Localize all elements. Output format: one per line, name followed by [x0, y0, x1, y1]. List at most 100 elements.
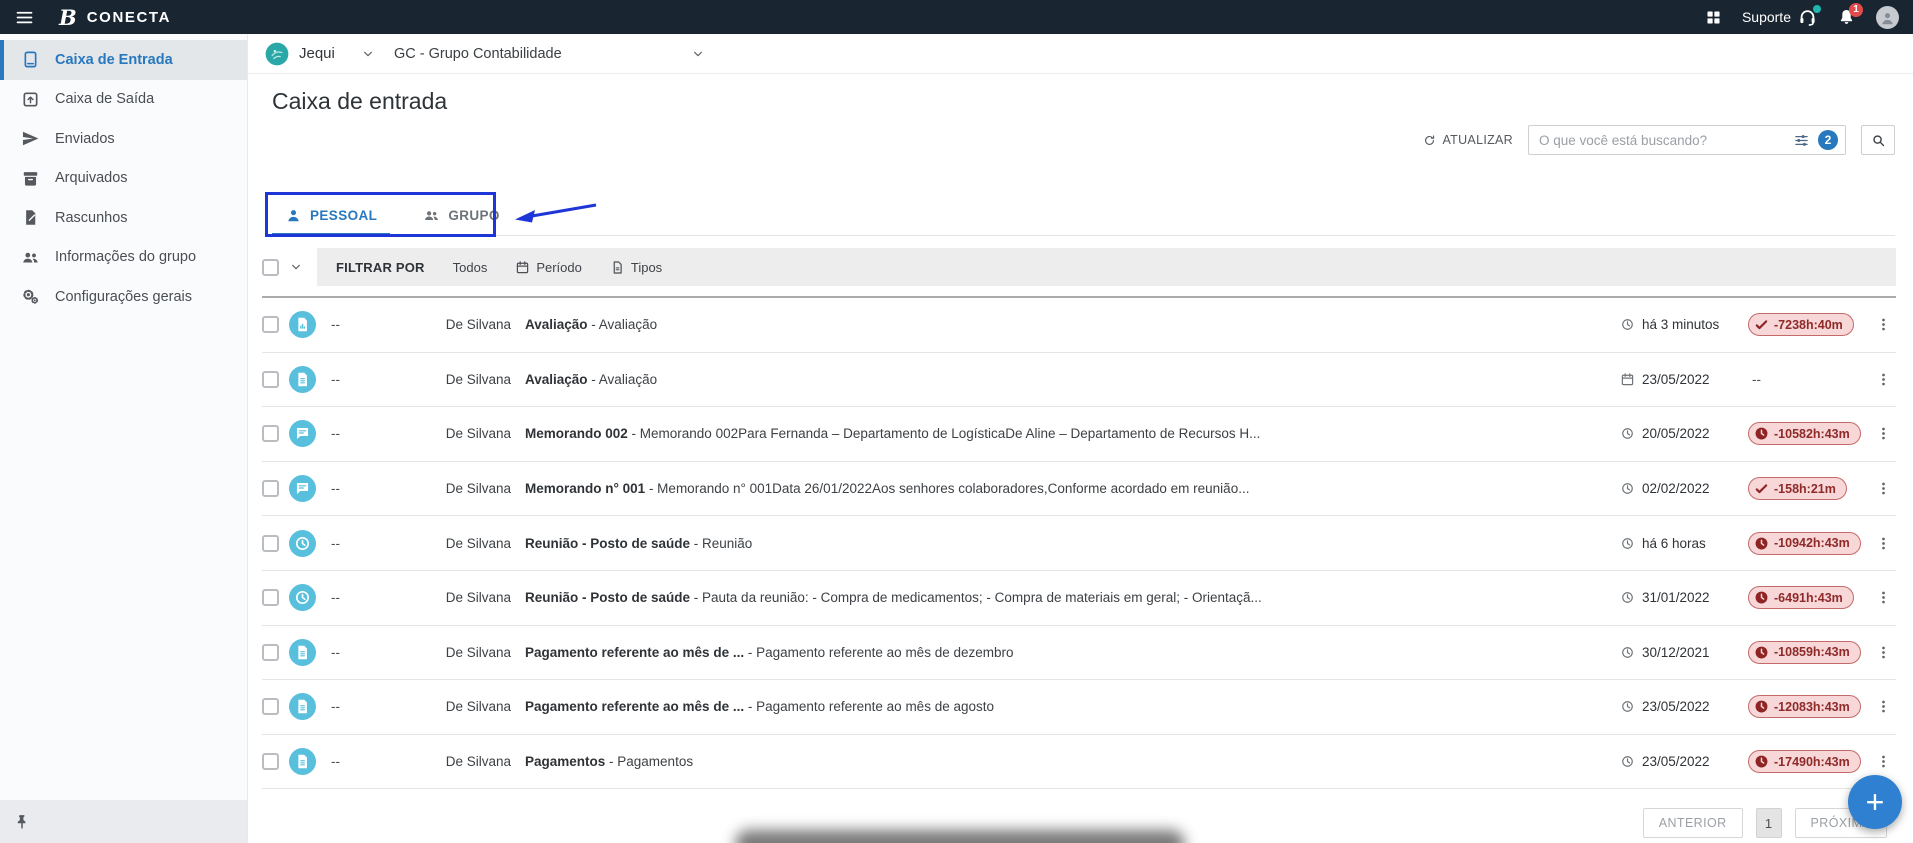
search-input[interactable]: [1539, 133, 1785, 148]
refresh-button[interactable]: ATUALIZAR: [1423, 133, 1513, 147]
row-checkbox[interactable]: [262, 425, 279, 442]
select-all-checkbox[interactable]: [262, 259, 279, 276]
row-subject[interactable]: Memorando 002 - Memorando 002Para Fernan…: [525, 426, 1620, 441]
sidebar-item-enviados[interactable]: Enviados: [0, 119, 247, 159]
row-menu-button[interactable]: [1870, 316, 1896, 333]
filter-by-label: FILTRAR POR: [336, 260, 425, 275]
user-avatar[interactable]: [1876, 6, 1899, 29]
deadline-text: -10859h:43m: [1774, 645, 1850, 659]
row-menu-button[interactable]: [1870, 644, 1896, 661]
people-icon: [21, 248, 40, 267]
filter-todos[interactable]: Todos: [453, 260, 488, 275]
row-menu-button[interactable]: [1870, 480, 1896, 497]
people-icon: [423, 207, 440, 224]
sidebar-item-arquivados[interactable]: Arquivados: [0, 159, 247, 199]
sidebar-item-configuracoes-gerais[interactable]: Configurações gerais: [0, 277, 247, 317]
previous-page-button[interactable]: ANTERIOR: [1643, 808, 1743, 838]
message-list: --De SilvanaAvaliação - Avaliaçãohá 3 mi…: [262, 296, 1896, 789]
tab-pessoal[interactable]: PESSOAL: [272, 195, 390, 235]
row-date: há 6 horas: [1620, 536, 1748, 551]
tab-grupo[interactable]: GRUPO: [410, 195, 513, 235]
row-sender: De Silvana: [371, 590, 511, 605]
filter-sliders-icon[interactable]: [1793, 132, 1810, 149]
row-checkbox[interactable]: [262, 698, 279, 715]
compose-fab[interactable]: +: [1848, 775, 1902, 829]
row-subject[interactable]: Avaliação - Avaliação: [525, 317, 1620, 332]
row-menu-button[interactable]: [1870, 698, 1896, 715]
row-title: Pagamento referente ao mês de ...: [525, 645, 744, 660]
message-row[interactable]: --De SilvanaPagamento referente ao mês d…: [262, 680, 1896, 735]
row-menu-button[interactable]: [1870, 535, 1896, 552]
row-menu-button[interactable]: [1870, 753, 1896, 770]
sidebar-item-informacoes-do-grupo[interactable]: Informações do grupo: [0, 238, 247, 278]
group-selector[interactable]: GC - Grupo Contabilidade: [394, 46, 706, 62]
row-preview: - Pauta da reunião: - Compra de medicame…: [690, 590, 1262, 605]
row-subject[interactable]: Pagamento referente ao mês de ... - Paga…: [525, 699, 1620, 714]
message-row[interactable]: --De SilvanaPagamentos - Pagamentos23/05…: [262, 735, 1896, 790]
message-row[interactable]: --De SilvanaAvaliação - Avaliaçãohá 3 mi…: [262, 298, 1896, 353]
row-menu-button[interactable]: [1870, 425, 1896, 442]
row-title: Reunião - Posto de saúde: [525, 536, 690, 551]
row-checkbox[interactable]: [262, 535, 279, 552]
row-checkbox[interactable]: [262, 371, 279, 388]
clock-history-icon: [1620, 590, 1635, 605]
sidebar-item-caixa-de-saida[interactable]: Caixa de Saída: [0, 80, 247, 120]
person-icon: [285, 207, 302, 224]
support-button[interactable]: Suporte: [1742, 8, 1817, 27]
row-sender: De Silvana: [371, 372, 511, 387]
gears-icon: [21, 287, 40, 306]
row-sender: De Silvana: [371, 536, 511, 551]
search-box: 2: [1528, 125, 1846, 155]
search-button[interactable]: [1861, 125, 1895, 155]
row-deadline: -10942h:43m: [1748, 532, 1870, 555]
row-subject[interactable]: Pagamentos - Pagamentos: [525, 754, 1620, 769]
chevron-down-icon: [360, 46, 376, 62]
filter-tipos[interactable]: Tipos: [610, 260, 662, 275]
message-row[interactable]: --De SilvanaPagamento referente ao mês d…: [262, 626, 1896, 681]
jequi-avatar: [264, 41, 290, 67]
row-menu-button[interactable]: [1870, 371, 1896, 388]
row-subject[interactable]: Avaliação - Avaliação: [525, 372, 1620, 387]
row-checkbox[interactable]: [262, 316, 279, 333]
online-status-dot: [1813, 5, 1821, 13]
apps-grid-icon[interactable]: [1705, 9, 1722, 26]
filter-todos-label: Todos: [453, 260, 488, 275]
clock-badge-icon: [1754, 590, 1769, 605]
row-deadline: -6491h:43m: [1748, 586, 1870, 609]
row-checkbox[interactable]: [262, 753, 279, 770]
row-checkbox[interactable]: [262, 589, 279, 606]
user-switcher[interactable]: Jequi: [264, 41, 376, 67]
message-row[interactable]: --De SilvanaReunião - Posto de saúde - P…: [262, 571, 1896, 626]
row-subject[interactable]: Reunião - Posto de saúde - Pauta da reun…: [525, 590, 1620, 605]
message-row[interactable]: --De SilvanaMemorando 002 - Memorando 00…: [262, 407, 1896, 462]
row-preview: - Pagamento referente ao mês de agosto: [744, 699, 994, 714]
pin-icon[interactable]: [13, 813, 31, 831]
clock-history-icon: [1620, 481, 1635, 496]
message-row[interactable]: --De SilvanaReunião - Posto de saúde - R…: [262, 516, 1896, 571]
select-all-chevron-icon[interactable]: [288, 259, 304, 275]
message-row[interactable]: -- De Silvana Avaliação - Avaliação23/05/2…: [262, 353, 1896, 408]
row-subject[interactable]: Pagamento referente ao mês de ... - Paga…: [525, 645, 1620, 660]
row-date: 23/05/2022: [1620, 372, 1748, 387]
deadline-empty: --: [1748, 372, 1761, 387]
row-tag: --: [331, 317, 371, 332]
draft-icon: [21, 208, 40, 227]
sidebar-item-rascunhos[interactable]: Rascunhos: [0, 198, 247, 238]
sidebar-item-caixa-de-entrada[interactable]: Caixa de Entrada: [0, 40, 247, 80]
brand-name: CONECTA: [87, 9, 171, 26]
deadline-badge: -17490h:43m: [1748, 750, 1861, 773]
send-icon: [21, 129, 40, 148]
row-date-text: 31/01/2022: [1642, 590, 1710, 605]
filter-periodo[interactable]: Período: [515, 260, 582, 275]
calendar-icon: [1620, 372, 1635, 387]
row-checkbox[interactable]: [262, 644, 279, 661]
row-subject[interactable]: Reunião - Posto de saúde - Reunião: [525, 536, 1620, 551]
message-row[interactable]: --De SilvanaMemorando n° 001 - Memorando…: [262, 462, 1896, 517]
menu-icon[interactable]: [14, 7, 35, 28]
row-checkbox[interactable]: [262, 480, 279, 497]
row-menu-button[interactable]: [1870, 589, 1896, 606]
filter-tipos-label: Tipos: [631, 260, 662, 275]
notifications-button[interactable]: 1: [1837, 8, 1856, 27]
row-subject[interactable]: Memorando n° 001 - Memorando n° 001Data …: [525, 481, 1620, 496]
deadline-text: -10942h:43m: [1774, 536, 1850, 550]
